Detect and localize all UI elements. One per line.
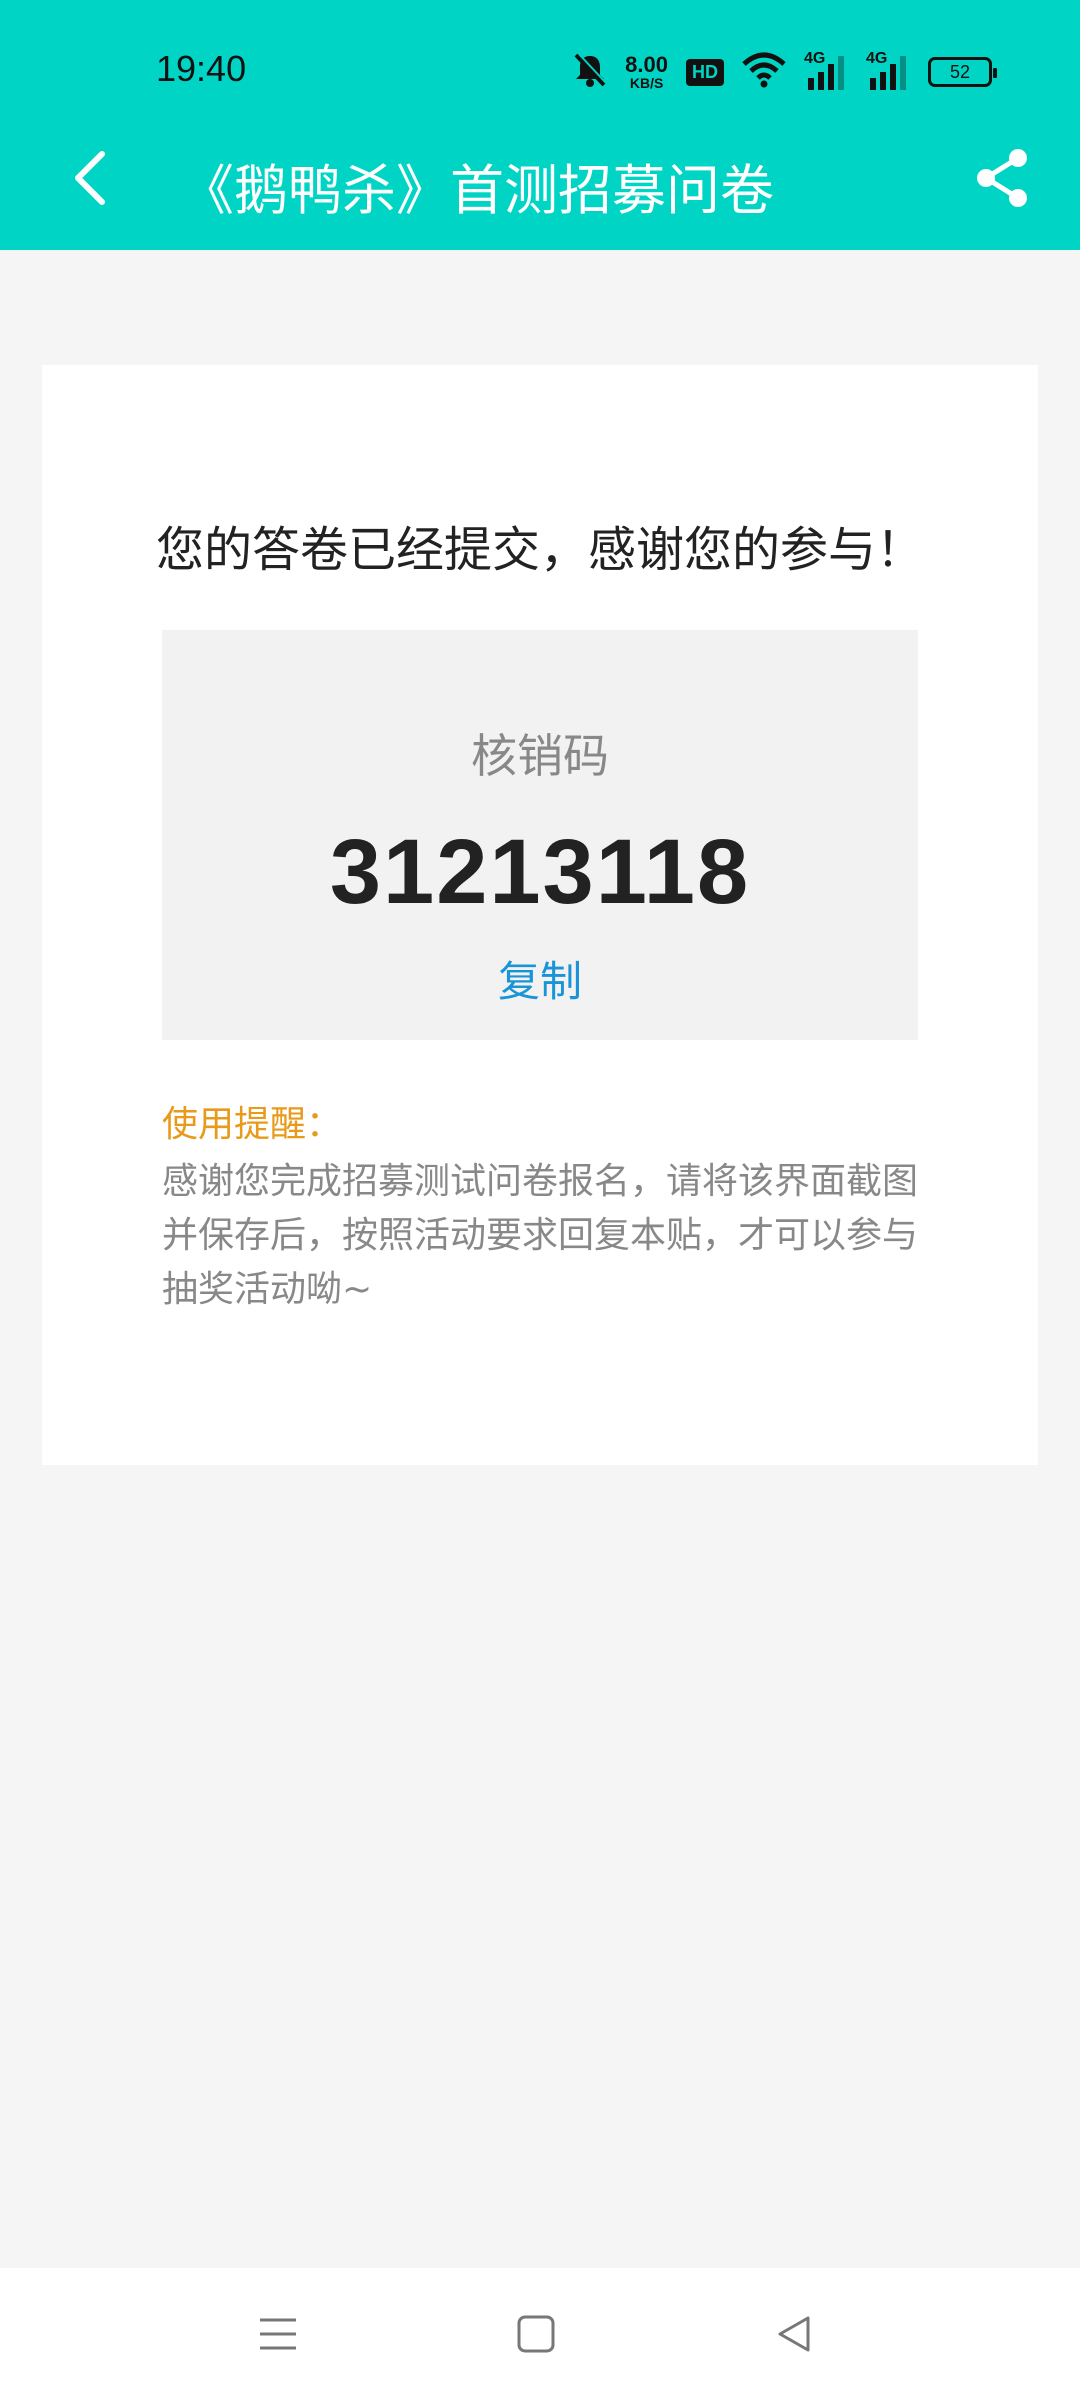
app-bar: 《鹅鸭杀》首测招募问卷 <box>0 140 1080 250</box>
system-nav-bar <box>0 2268 1080 2400</box>
submit-message: 您的答卷已经提交，感谢您的参与！ <box>156 522 925 578</box>
net-speed-unit: KB/S <box>629 75 664 91</box>
signal2-label: 4G <box>866 50 888 67</box>
signal-icon-1: 4G <box>804 50 848 90</box>
nav-back-button[interactable] <box>754 2306 834 2366</box>
menu-button[interactable] <box>238 2306 318 2366</box>
result-card: 您的答卷已经提交，感谢您的参与！ 核销码 31213118 复制 使用提醒： 感… <box>42 365 1038 1465</box>
back-triangle-icon <box>774 2314 814 2358</box>
net-speed: 8.00 KB/S <box>625 52 668 91</box>
back-arrow-icon <box>70 148 110 212</box>
app-header: 19:40 8.00 KB/S HD 4G 4G 52 《鹅鸭杀》首测招募问卷 <box>0 0 1080 250</box>
share-button[interactable] <box>962 140 1042 220</box>
home-icon <box>516 2314 556 2358</box>
signal1-label: 4G <box>804 50 826 67</box>
home-button[interactable] <box>496 2306 576 2366</box>
net-speed-value: 8.00 <box>625 52 668 77</box>
code-value: 31213118 <box>329 821 751 923</box>
hd-badge: HD <box>686 58 724 86</box>
battery-icon: 52 <box>928 57 997 87</box>
code-box: 核销码 31213118 复制 <box>162 630 918 1040</box>
status-time: 19:40 <box>156 48 247 89</box>
tip-title: 使用提醒： <box>162 1104 343 1145</box>
share-icon <box>974 148 1030 212</box>
code-label: 核销码 <box>471 729 609 783</box>
menu-icon <box>258 2314 298 2358</box>
page-title: 《鹅鸭杀》首测招募问卷 <box>180 159 774 222</box>
wifi-icon <box>742 52 786 92</box>
status-icons: 8.00 KB/S HD 4G 4G 52 <box>573 50 997 94</box>
battery-level: 52 <box>949 61 971 82</box>
copy-button[interactable]: 复制 <box>162 948 918 1009</box>
tip-text: 感谢您完成招募测试问卷报名，请将该界面截图并保存后，按照活动要求回复本贴，才可以… <box>162 1161 919 1310</box>
bell-off-icon <box>573 52 607 92</box>
back-button[interactable] <box>40 140 140 220</box>
signal-icon-2: 4G <box>866 50 910 90</box>
status-bar: 19:40 8.00 KB/S HD 4G 4G 52 <box>0 0 1080 140</box>
